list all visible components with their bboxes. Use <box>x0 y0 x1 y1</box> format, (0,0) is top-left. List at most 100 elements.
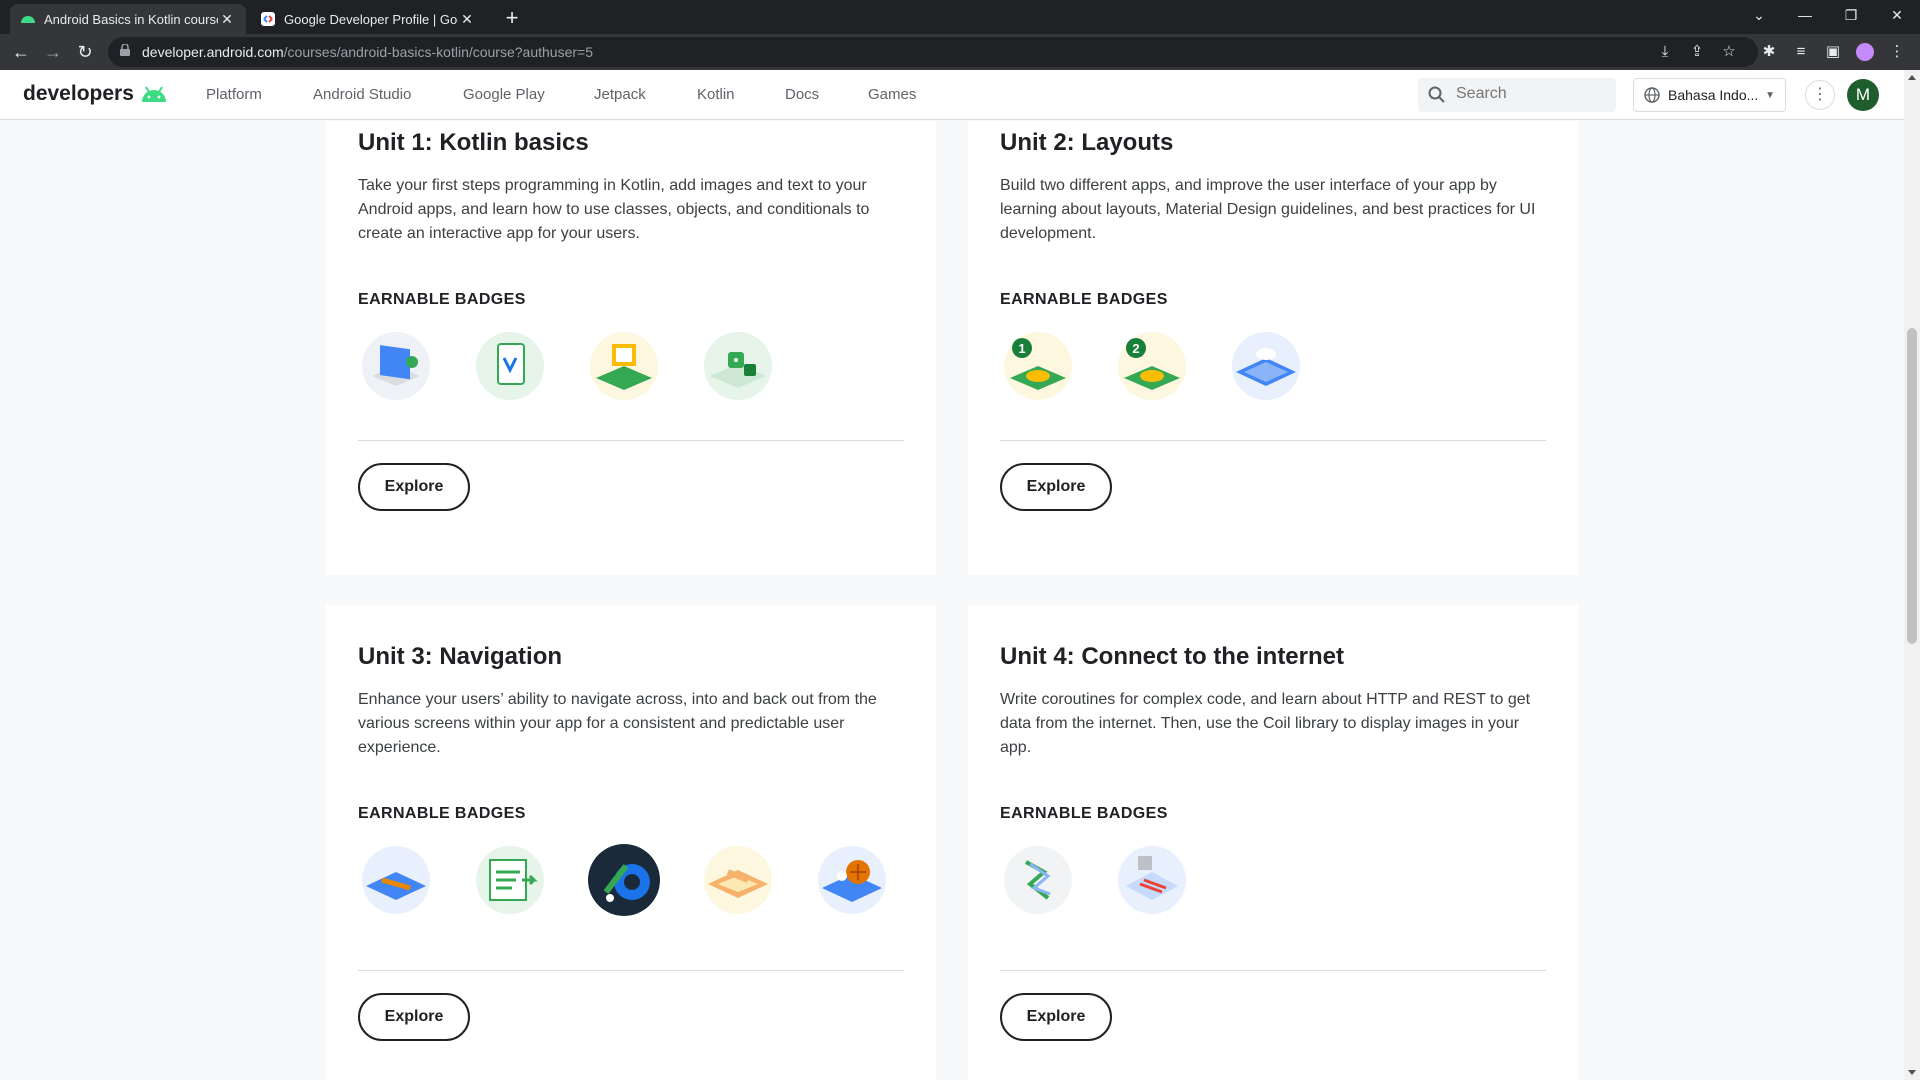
browser-tab-strip: Android Basics in Kotlin course | ✕ Goog… <box>0 0 1920 34</box>
kotlin-intro-badge-icon[interactable] <box>358 328 434 404</box>
explore-button[interactable]: Explore <box>1000 993 1112 1041</box>
badge-number: 2 <box>1132 341 1139 356</box>
explore-button[interactable]: Explore <box>1000 463 1112 511</box>
material-design-badge-icon[interactable] <box>1228 328 1304 404</box>
unit-title: Unit 2: Layouts <box>1000 129 1174 156</box>
unit-card-4: Unit 4: Connect to the internet Write co… <box>968 605 1578 1080</box>
nav-android-studio[interactable]: Android Studio <box>313 86 411 103</box>
url-path: /courses/android-basics-kotlin/course?au… <box>283 44 593 60</box>
layouts-badge-2-icon[interactable]: 2 <box>1114 328 1190 404</box>
architecture-components-badge-icon[interactable] <box>586 842 662 918</box>
activities-intents-badge-icon[interactable] <box>472 842 548 918</box>
browser-toolbar: ← → ↻ developer.android.com/courses/andr… <box>0 34 1920 70</box>
android-favicon-icon <box>21 16 35 23</box>
site-search <box>1418 78 1616 112</box>
android-head-icon <box>141 86 166 102</box>
media-control-icon[interactable]: ≡ <box>1792 43 1810 61</box>
unit-title: Unit 1: Kotlin basics <box>358 129 589 156</box>
logo-text: developers <box>23 82 134 105</box>
search-icon[interactable] <box>1428 86 1446 104</box>
search-input[interactable] <box>1456 85 1606 103</box>
extensions-icon[interactable]: ✱ <box>1760 43 1778 61</box>
back-icon[interactable]: ← <box>8 39 34 65</box>
more-options-icon[interactable]: ⋮ <box>1805 80 1835 110</box>
scrollbar-thumb[interactable] <box>1907 328 1917 644</box>
coroutines-badge-icon[interactable] <box>1000 842 1076 918</box>
navigation-basics-badge-icon[interactable] <box>358 842 434 918</box>
earnable-badges-label: EARNABLE BADGES <box>1000 805 1168 822</box>
google-developers-favicon-icon <box>261 12 275 26</box>
restore-icon[interactable]: ❐ <box>1828 0 1874 30</box>
tab-search-chevron-icon[interactable]: ⌄ <box>1736 0 1782 30</box>
tab-title: Android Basics in Kotlin course | <box>44 11 218 27</box>
new-tab-icon[interactable]: + <box>498 5 526 33</box>
nav-kotlin[interactable]: Kotlin <box>697 86 735 103</box>
developers-logo[interactable]: developers <box>23 82 168 106</box>
badge-number: 1 <box>1018 341 1025 356</box>
tab-title: Google Developer Profile | Goo <box>284 11 458 27</box>
card-divider <box>358 440 904 441</box>
card-divider <box>358 970 904 971</box>
url-text: developer.android.com/courses/android-ba… <box>142 44 593 60</box>
language-selector[interactable]: Bahasa Indo... ▼ <box>1633 78 1786 112</box>
layouts-badge-1-icon[interactable]: 1 <box>1000 328 1076 404</box>
unit-card-1: Unit 1: Kotlin basics Take your first st… <box>326 121 936 575</box>
nav-jetpack[interactable]: Jetpack <box>594 86 646 103</box>
explore-button[interactable]: Explore <box>358 993 470 1041</box>
tab-developer-profile[interactable]: Google Developer Profile | Goo ✕ <box>250 4 486 34</box>
nav-docs[interactable]: Docs <box>785 86 819 103</box>
card-divider <box>1000 970 1546 971</box>
scroll-up-arrow-icon[interactable] <box>1908 75 1916 80</box>
reload-icon[interactable]: ↻ <box>72 39 98 65</box>
dropdown-arrow-icon: ▼ <box>1765 89 1775 101</box>
badge-row <box>358 328 814 404</box>
earnable-badges-label: EARNABLE BADGES <box>1000 291 1168 308</box>
card-divider <box>1000 440 1546 441</box>
classes-objects-badge-icon[interactable] <box>586 328 662 404</box>
text-images-badge-icon[interactable] <box>472 328 548 404</box>
scroll-down-arrow-icon[interactable] <box>1908 1070 1916 1075</box>
tab-android-basics[interactable]: Android Basics in Kotlin course | ✕ <box>10 4 246 34</box>
course-units: Unit 1: Kotlin basics Take your first st… <box>0 121 1904 1080</box>
internet-data-badge-icon[interactable] <box>1114 842 1190 918</box>
site-header: developers Platform Android Studio Googl… <box>0 70 1920 120</box>
url-host: developer.android.com <box>142 44 284 60</box>
profile-avatar-icon[interactable] <box>1856 43 1874 61</box>
unit-card-2: Unit 2: Layouts Build two different apps… <box>968 121 1578 575</box>
close-tab-icon[interactable]: ✕ <box>458 11 476 28</box>
nav-platform[interactable]: Platform <box>206 86 262 103</box>
unit-description: Enhance your users’ ability to navigate … <box>358 691 877 756</box>
explore-button[interactable]: Explore <box>358 463 470 511</box>
page-scrollbar[interactable] <box>1904 70 1920 1080</box>
language-label: Bahasa Indo... <box>1668 87 1759 103</box>
navigation-advanced-badge-icon[interactable] <box>814 842 890 918</box>
lock-icon <box>120 44 130 56</box>
globe-icon <box>1644 87 1660 103</box>
address-bar[interactable]: developer.android.com/courses/android-ba… <box>108 37 1758 67</box>
close-tab-icon[interactable]: ✕ <box>218 11 236 28</box>
unit-title: Unit 3: Navigation <box>358 643 563 670</box>
side-panel-icon[interactable]: ▣ <box>1824 43 1842 61</box>
close-window-icon[interactable]: ✕ <box>1874 0 1920 30</box>
minimize-icon[interactable]: — <box>1782 0 1828 30</box>
badge-row: 1 2 <box>1000 328 1342 404</box>
unit-description: Take your first steps programming in Kot… <box>358 177 870 242</box>
avatar[interactable]: M <box>1847 79 1879 111</box>
nav-games[interactable]: Games <box>868 86 916 103</box>
unit-description: Build two different apps, and improve th… <box>1000 177 1536 242</box>
unit-description: Write coroutines for complex code, and l… <box>1000 691 1531 756</box>
unit-card-3: Unit 3: Navigation Enhance your users’ a… <box>326 605 936 1080</box>
dice-roller-badge-icon[interactable] <box>700 328 776 404</box>
fragments-badge-icon[interactable] <box>700 842 776 918</box>
bookmark-star-icon[interactable]: ☆ <box>1720 43 1738 61</box>
badge-row <box>1000 842 1228 918</box>
earnable-badges-label: EARNABLE BADGES <box>358 291 526 308</box>
install-app-icon[interactable]: ⤓ <box>1656 43 1674 61</box>
earnable-badges-label: EARNABLE BADGES <box>358 805 526 822</box>
forward-icon[interactable]: → <box>40 39 66 65</box>
chrome-menu-icon[interactable]: ⋮ <box>1888 43 1906 61</box>
badge-row <box>358 842 928 918</box>
unit-title: Unit 4: Connect to the internet <box>1000 643 1344 670</box>
nav-google-play[interactable]: Google Play <box>463 86 545 103</box>
share-icon[interactable]: ⇪ <box>1688 43 1706 61</box>
